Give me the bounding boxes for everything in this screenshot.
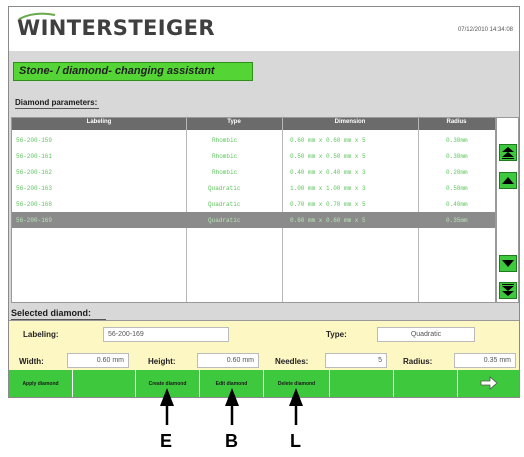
callout-arrowhead-b [225,388,239,406]
callout-label-e: E [160,431,173,451]
callout-arrowhead-l [289,388,303,406]
callout-label-b: B [225,431,238,451]
callout-arrowhead-e [160,388,174,406]
callout-label-l: L [290,431,301,451]
callout-arrows [160,388,303,425]
